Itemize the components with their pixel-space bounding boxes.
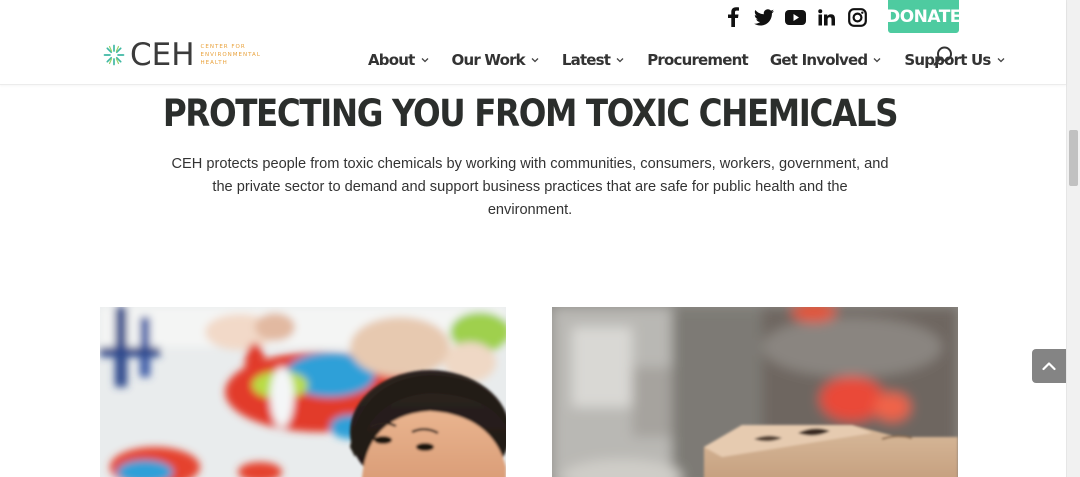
chevron-up-icon	[1042, 362, 1056, 371]
logo-burst-icon	[103, 44, 125, 66]
logo-wordmark: CEH	[130, 36, 195, 73]
page: DONATE CEH CENTER FOR ENVIRONMENTAL HEAL…	[0, 0, 1080, 477]
chevron-down-icon	[616, 58, 624, 63]
page-headline: PROTECTING YOU FROM TOXIC CHEMICALS	[162, 92, 899, 135]
nav-item-support-us[interactable]: Support Us	[904, 51, 1004, 69]
facebook-icon[interactable]	[722, 6, 744, 28]
scrollbar-thumb[interactable]	[1069, 130, 1078, 186]
feature-photo-left[interactable]	[100, 307, 506, 477]
chevron-down-icon	[997, 58, 1004, 63]
donate-button[interactable]: DONATE	[886, 0, 961, 33]
logo-tagline: CENTER for ENVIRONMENTAL HEALTH	[201, 43, 261, 67]
search-icon[interactable]	[932, 45, 954, 67]
nav-item-get-involved[interactable]: Get Involved	[770, 51, 881, 69]
nav-item-label: Get Involved	[769, 51, 868, 69]
nav-item-label: About	[368, 51, 415, 69]
nav-item-label: Our Work	[451, 51, 526, 69]
nav-item-about[interactable]: About	[368, 51, 429, 69]
intro-paragraph: CEH protects people from toxic chemicals…	[140, 153, 920, 222]
chevron-down-icon	[421, 58, 428, 63]
nav-item-latest[interactable]: Latest	[562, 51, 624, 69]
logo-tagline-line: HEALTH	[200, 60, 228, 66]
nav-item-procurement[interactable]: Procurement	[647, 51, 749, 69]
photo-child-lunch	[100, 307, 506, 477]
back-to-top-button[interactable]	[1032, 349, 1066, 383]
intro-line: the private sector to demand and support…	[212, 179, 848, 195]
main-nav: About Our Work Latest Procurement Get In…	[368, 48, 1005, 72]
chevron-down-icon	[531, 58, 539, 63]
instagram-icon[interactable]	[846, 6, 868, 28]
intro-line: CEH protects people from toxic chemicals…	[171, 156, 889, 172]
social-links	[722, 6, 877, 28]
logo-tagline-line: ENVIRONMENTAL	[200, 52, 261, 58]
twitter-icon[interactable]	[753, 6, 775, 28]
intro-line: environment.	[487, 202, 573, 218]
photo-takeout-box	[552, 307, 958, 477]
linkedin-icon[interactable]	[815, 6, 837, 28]
nav-item-our-work[interactable]: Our Work	[452, 51, 539, 69]
page-scrollbar[interactable]	[1066, 0, 1080, 477]
ceh-logo[interactable]: CEH CENTER for ENVIRONMENTAL HEALTH	[103, 38, 261, 72]
feature-photo-right[interactable]	[552, 307, 958, 477]
nav-item-label: Procurement	[647, 51, 749, 69]
logo-tagline-line: CENTER for	[200, 44, 246, 50]
nav-item-label: Latest	[561, 51, 611, 69]
chevron-down-icon	[873, 58, 881, 63]
youtube-icon[interactable]	[784, 6, 806, 28]
site-header: DONATE CEH CENTER FOR ENVIRONMENTAL HEAL…	[0, 0, 1066, 85]
